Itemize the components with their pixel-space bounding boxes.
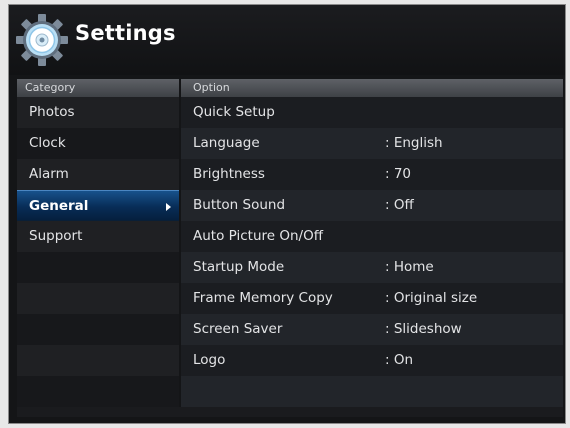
option-value: : Original size [385, 290, 478, 306]
option-brightness[interactable]: Brightness : 70 [181, 159, 563, 190]
option-name: Language [193, 135, 260, 151]
category-item-alarm[interactable]: Alarm [17, 159, 179, 190]
category-column-header: Category [17, 79, 179, 97]
category-label: Alarm [29, 166, 69, 182]
option-language[interactable]: Language : English [181, 128, 563, 159]
header: Settings [9, 5, 565, 75]
option-name: Startup Mode [193, 259, 285, 275]
option-value: : On [385, 352, 414, 368]
footer-strip [17, 407, 563, 417]
option-auto-picture[interactable]: Auto Picture On/Off [181, 221, 563, 252]
option-name: Auto Picture On/Off [193, 228, 324, 244]
category-label: General [29, 198, 89, 214]
empty-row [17, 283, 179, 314]
empty-row [17, 252, 179, 283]
option-name: Screen Saver [193, 321, 283, 337]
category-item-clock[interactable]: Clock [17, 128, 179, 159]
category-item-general[interactable]: General [17, 190, 179, 221]
category-label: Support [29, 228, 83, 244]
category-list: Photos Clock Alarm General Support [17, 97, 179, 407]
category-label: Photos [29, 104, 75, 120]
empty-row [181, 376, 563, 407]
empty-row [17, 376, 179, 407]
option-frame-memory-copy[interactable]: Frame Memory Copy : Original size [181, 283, 563, 314]
option-name: Quick Setup [193, 104, 275, 120]
option-button-sound[interactable]: Button Sound : Off [181, 190, 563, 221]
option-name: Brightness [193, 166, 265, 182]
option-screen-saver[interactable]: Screen Saver : Slideshow [181, 314, 563, 345]
empty-row [17, 314, 179, 345]
option-value: : Off [385, 197, 414, 213]
option-startup-mode[interactable]: Startup Mode : Home [181, 252, 563, 283]
option-value: : 70 [385, 166, 412, 182]
category-item-support[interactable]: Support [17, 221, 179, 252]
category-label: Clock [29, 135, 66, 151]
option-logo[interactable]: Logo : On [181, 345, 563, 376]
option-name: Frame Memory Copy [193, 290, 333, 306]
option-value: : Slideshow [385, 321, 462, 337]
option-name: Button Sound [193, 197, 286, 213]
option-value: : Home [385, 259, 434, 275]
option-value: : English [385, 135, 443, 151]
gear-disc-icon [16, 14, 68, 66]
option-column-header: Option [181, 79, 563, 97]
option-name: Logo [193, 352, 226, 368]
settings-window: Settings Category Option Photos Clock Al… [8, 4, 566, 424]
empty-row [17, 345, 179, 376]
page-title: Settings [75, 21, 176, 45]
option-quick-setup[interactable]: Quick Setup [181, 97, 563, 128]
chevron-right-icon [166, 203, 171, 211]
category-item-photos[interactable]: Photos [17, 97, 179, 128]
option-list: Quick Setup Language : English Brightnes… [181, 97, 563, 407]
